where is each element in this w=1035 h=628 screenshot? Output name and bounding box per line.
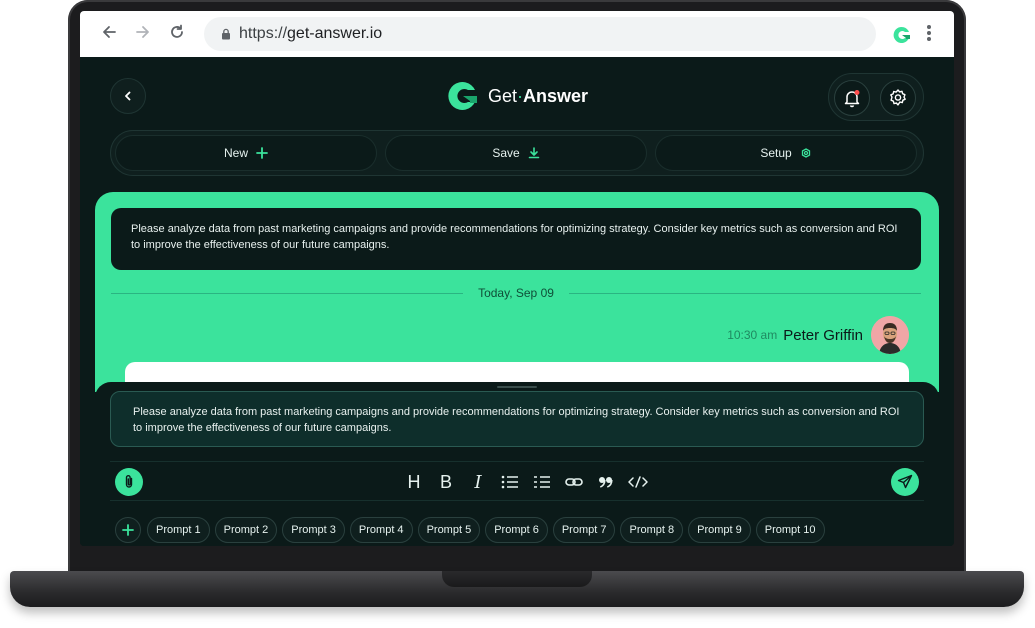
send-icon: [897, 474, 913, 489]
avatar[interactable]: [871, 316, 909, 354]
user-avatar-icon: [871, 316, 909, 354]
gear-icon: [890, 89, 906, 106]
separator-line-left: [111, 293, 463, 294]
add-prompt-button[interactable]: [115, 517, 141, 543]
message-time: 10:30 am: [727, 328, 778, 342]
attach-button[interactable]: [115, 468, 143, 496]
prompt-chip[interactable]: Prompt 2: [214, 517, 278, 543]
prompt-chip[interactable]: Prompt 5: [417, 517, 481, 543]
chevron-left-icon: [125, 91, 131, 101]
lock-icon: [222, 28, 230, 40]
screen: https://get-answer.io ☆ Get·Answer: [80, 11, 954, 546]
extension-logo-icon[interactable]: [892, 25, 912, 45]
composer: Please analyze data from past marketing …: [95, 382, 939, 546]
get-answer-logo-icon: [448, 82, 477, 110]
message-author: Peter Griffin: [783, 326, 863, 344]
prompt-chip[interactable]: Prompt 9: [688, 517, 751, 543]
prompt-chip[interactable]: Prompt 1: [147, 517, 210, 543]
browser-toolbar: https://get-answer.io ☆: [80, 11, 954, 57]
prompt-chip[interactable]: Prompt 4: [349, 517, 413, 543]
notifications-button[interactable]: [834, 80, 870, 116]
gear-icon: [800, 147, 812, 159]
code-button[interactable]: [622, 470, 654, 494]
date-label: Today, Sep 09: [478, 286, 554, 300]
header-icon-group: [828, 73, 924, 121]
action-bar: New Save Setup: [110, 130, 924, 176]
plus-icon: [122, 524, 134, 536]
url-text: https://get-answer.io: [239, 25, 383, 42]
new-button[interactable]: New: [115, 135, 377, 171]
bullet-list-icon: [501, 475, 518, 489]
save-button-label: Save: [492, 146, 520, 160]
bell-icon: [844, 90, 860, 108]
message-input[interactable]: Please analyze data from past marketing …: [110, 391, 924, 447]
quote-button[interactable]: [590, 470, 622, 494]
bold-button[interactable]: B: [430, 470, 462, 494]
paperclip-icon: [125, 475, 133, 488]
prompt-chip[interactable]: Prompt 6: [485, 517, 548, 543]
back-button[interactable]: [110, 78, 146, 114]
new-button-label: New: [223, 146, 248, 160]
app-logo: Get·Answer: [446, 79, 588, 113]
send-button[interactable]: [891, 468, 919, 496]
settings-button[interactable]: [880, 80, 916, 116]
bullet-list-button[interactable]: [494, 470, 526, 494]
message-meta: 10:30 am Peter Griffin: [727, 316, 909, 354]
address-bar[interactable]: https://get-answer.io ☆: [204, 17, 876, 51]
prompt-message-card: Please analyze data from past marketing …: [111, 208, 921, 270]
save-button[interactable]: Save: [385, 135, 647, 171]
link-button[interactable]: [558, 470, 590, 494]
quote-icon: [599, 477, 613, 488]
numbered-list-button[interactable]: [526, 470, 558, 494]
forward-arrow-icon[interactable]: [132, 23, 154, 45]
separator-line-right: [569, 293, 921, 294]
code-icon: [628, 476, 648, 488]
prompt-chip[interactable]: Prompt 10: [755, 517, 825, 543]
prompt-chip[interactable]: Prompt 3: [282, 517, 345, 543]
heading-button[interactable]: H: [398, 470, 430, 494]
prompt-chip[interactable]: Prompt 7: [552, 517, 616, 543]
app-root: Get·Answer New Save Setup Please analyze…: [80, 57, 954, 546]
prompt-chips: Prompt 1 Prompt 2 Prompt 3 Prompt 4 Prom…: [115, 516, 935, 544]
laptop-notch: [442, 571, 592, 587]
back-arrow-icon[interactable]: [98, 23, 120, 45]
format-tools: H B I: [398, 470, 654, 494]
setup-button-label: Setup: [760, 146, 792, 160]
browser-menu-icon[interactable]: [926, 23, 932, 45]
plus-icon: [256, 147, 268, 159]
drag-handle[interactable]: [497, 386, 537, 388]
app-name: Get·Answer: [488, 85, 589, 106]
prompt-chip[interactable]: Prompt 8: [620, 517, 684, 543]
formatting-toolbar: H B I: [110, 461, 924, 501]
date-separator: Today, Sep 09: [111, 286, 921, 300]
italic-button[interactable]: I: [462, 470, 494, 494]
reload-icon[interactable]: [166, 23, 188, 45]
setup-button[interactable]: Setup: [655, 135, 917, 171]
numbered-list-icon: [534, 476, 550, 488]
chat-area: Please analyze data from past marketing …: [95, 192, 939, 392]
link-icon: [565, 478, 583, 486]
download-icon: [528, 147, 540, 159]
